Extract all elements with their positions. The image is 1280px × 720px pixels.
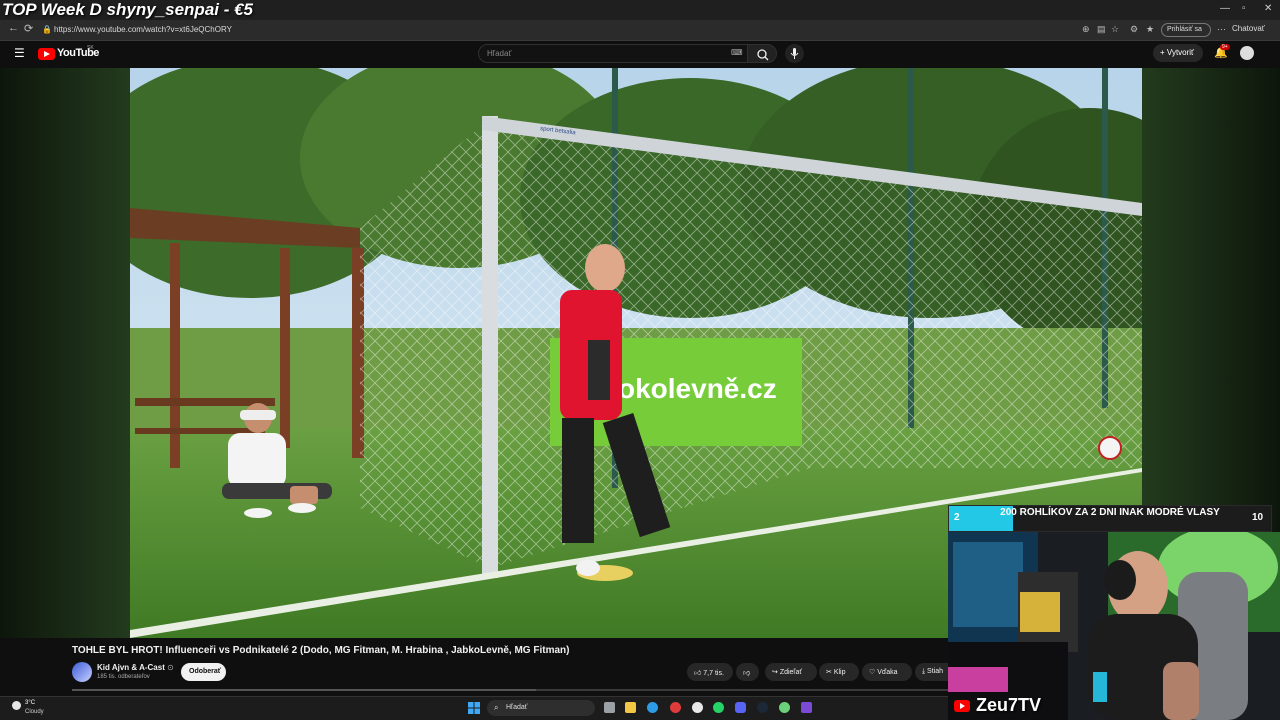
account-avatar[interactable] bbox=[1240, 46, 1254, 60]
youtube-logo-play-icon bbox=[44, 51, 50, 57]
dislike-button[interactable]: 👎︎ bbox=[736, 663, 759, 681]
favorites-icon[interactable]: ★ bbox=[1146, 24, 1154, 35]
plus-icon: + bbox=[1160, 48, 1167, 57]
maximize-icon[interactable]: ▫ bbox=[1242, 3, 1246, 14]
channel-avatar[interactable] bbox=[72, 662, 92, 682]
windows-start-icon[interactable] bbox=[468, 702, 480, 714]
app-green-icon[interactable] bbox=[779, 702, 790, 713]
voice-search-button[interactable] bbox=[785, 44, 804, 63]
signin-button[interactable]: Prihlásiť sa bbox=[1161, 23, 1211, 37]
stream-goal-current: 2 bbox=[954, 512, 960, 523]
stream-overlay-title: TOP Week D shyny_senpai - €5 bbox=[2, 0, 254, 19]
url-field[interactable]: https://www.youtube.com/watch?v=xt6JeQCh… bbox=[54, 25, 232, 34]
weather-condition[interactable]: Cloudy bbox=[25, 709, 44, 715]
create-label: Vytvoriť bbox=[1166, 48, 1195, 57]
scissors-icon: ✂ bbox=[826, 669, 834, 676]
share-label: Zdieľať bbox=[779, 669, 802, 676]
heart-icon: ♡ bbox=[869, 669, 878, 676]
clip-button[interactable]: ✂ Klip bbox=[819, 663, 859, 681]
thumbs-up-icon: 👍︎ bbox=[694, 670, 704, 677]
favorite-star-icon[interactable]: ☆ bbox=[1111, 24, 1119, 35]
ambient-glow-left bbox=[0, 68, 130, 638]
search-button[interactable] bbox=[747, 44, 777, 63]
clip-label: Klip bbox=[833, 669, 846, 676]
more-menu-icon[interactable]: ⋯ bbox=[1217, 24, 1226, 35]
region-code: SK bbox=[87, 45, 94, 51]
close-window-icon[interactable]: ✕ bbox=[1264, 3, 1272, 14]
search-input[interactable] bbox=[478, 44, 748, 63]
search-placeholder: Hľadať bbox=[487, 49, 512, 58]
streamer-youtube-play-icon bbox=[960, 703, 965, 709]
channel-name[interactable]: Kid Ajvn & A-Cast ⊙ bbox=[97, 663, 174, 672]
app-purple-icon[interactable] bbox=[801, 702, 812, 713]
share-icon: ↪ bbox=[772, 669, 780, 676]
task-view-icon[interactable] bbox=[604, 702, 615, 713]
stream-goal-target: 10 bbox=[1252, 512, 1264, 523]
streamer-name: Zeu7TV bbox=[976, 695, 1042, 715]
hamburger-menu-icon[interactable]: ☰ bbox=[14, 46, 25, 60]
microphone-icon bbox=[790, 48, 799, 59]
whatsapp-icon[interactable] bbox=[713, 702, 724, 713]
verified-icon: ⊙ bbox=[167, 663, 174, 672]
create-button[interactable]: + Vytvoriť bbox=[1153, 44, 1203, 62]
cloud-weather-icon[interactable] bbox=[12, 701, 21, 710]
keyboard-icon[interactable]: ⌨ bbox=[731, 48, 743, 57]
search-icon bbox=[757, 49, 769, 61]
youtube-music-icon[interactable] bbox=[670, 702, 681, 713]
webcam-frame bbox=[948, 532, 1280, 720]
taskbar-search-box[interactable] bbox=[487, 700, 595, 716]
thanks-label: Vďaka bbox=[877, 669, 898, 676]
edge-browser-icon[interactable] bbox=[647, 702, 658, 713]
minimize-icon[interactable]: — bbox=[1220, 3, 1230, 14]
reload-icon[interactable]: ⟳ bbox=[24, 22, 33, 35]
subscribe-button[interactable]: Odoberať bbox=[181, 663, 226, 681]
sponsor-banner-text: okolevně.cz bbox=[618, 373, 777, 404]
video-progress-fill bbox=[72, 689, 536, 691]
taskbar-search-label: Hľadať bbox=[506, 704, 528, 711]
back-icon[interactable]: ← bbox=[8, 22, 19, 34]
streamer-webcam bbox=[948, 532, 1280, 720]
file-explorer-icon[interactable] bbox=[625, 702, 636, 713]
channel-name-text: Kid Ajvn & A-Cast bbox=[97, 663, 165, 672]
discord-icon[interactable] bbox=[735, 702, 746, 713]
site-info-icon[interactable]: 🔒 bbox=[42, 25, 52, 34]
share-button[interactable]: ↪ Zdieľať bbox=[765, 663, 817, 681]
notification-count-badge: 9+ bbox=[1220, 44, 1230, 50]
reader-icon[interactable]: ▤ bbox=[1097, 24, 1106, 35]
weather-temperature[interactable]: 3°C bbox=[25, 700, 35, 706]
translate-icon[interactable]: ⊕ bbox=[1082, 24, 1090, 35]
download-button[interactable]: ⤓ Stiah bbox=[915, 663, 948, 681]
extensions-icon[interactable]: ⚙ bbox=[1130, 24, 1138, 35]
copilot-chat-button[interactable]: Chatovať bbox=[1232, 24, 1265, 33]
stream-goal-text: 200 ROHLÍKOV ZA 2 DNI INAK MODRÉ VLASY bbox=[1000, 507, 1220, 518]
taskbar-search-icon: ⌕ bbox=[494, 703, 499, 712]
download-label: Stiah bbox=[927, 668, 944, 675]
subscriber-count: 185 tis. odberateľov bbox=[97, 674, 150, 680]
like-count: 7,7 tis. bbox=[703, 670, 724, 677]
app-icon[interactable] bbox=[692, 702, 703, 713]
thumbs-down-icon: 👎︎ bbox=[743, 670, 751, 677]
video-title: TOHLE BYL HROT! Influenceři vs Podnikate… bbox=[72, 645, 570, 656]
steam-icon[interactable] bbox=[757, 702, 768, 713]
like-button[interactable]: 👍︎ 7,7 tis. bbox=[687, 663, 733, 681]
thanks-button[interactable]: ♡ Vďaka bbox=[862, 663, 912, 681]
